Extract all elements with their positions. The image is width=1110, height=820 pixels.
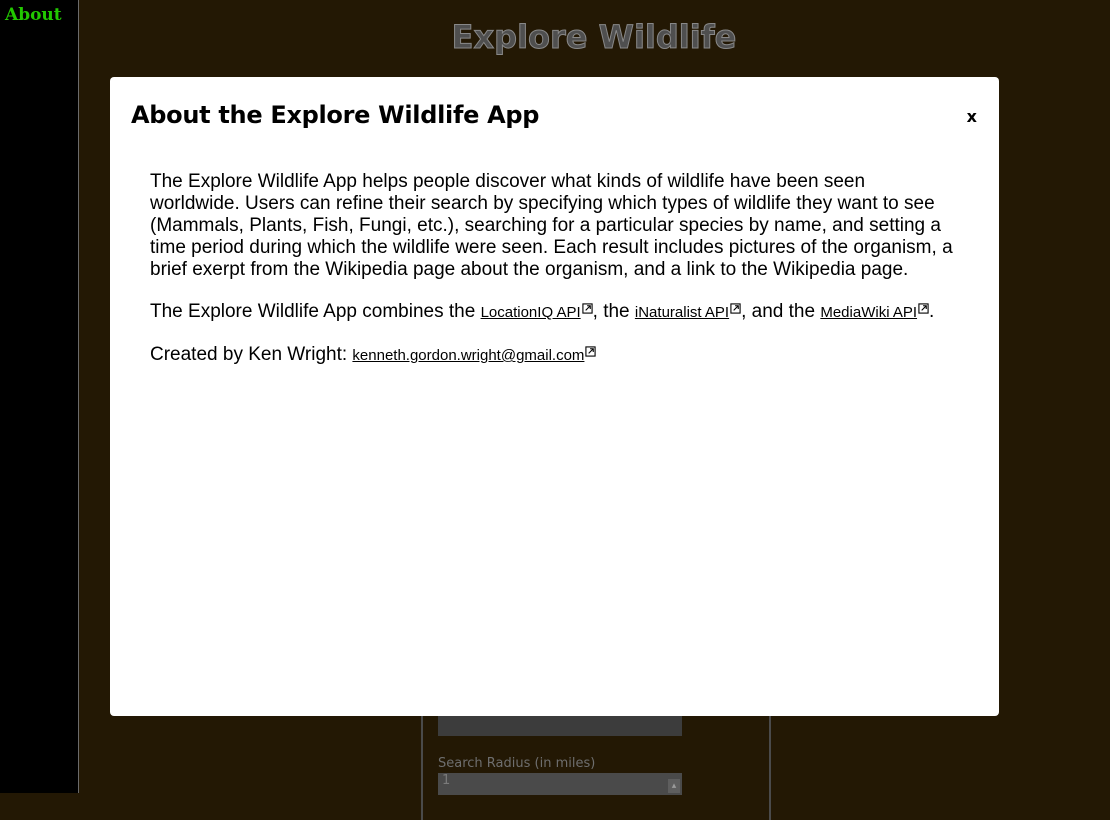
locationiq-link[interactable]: LocationIQ API bbox=[480, 303, 593, 321]
apis-suffix: . bbox=[929, 301, 935, 322]
mediawiki-link[interactable]: MediaWiki API bbox=[820, 303, 929, 321]
credits-prefix: Created by Ken Wright: bbox=[150, 344, 353, 365]
credits-paragraph: Created by Ken Wright: kenneth.gordon.wr… bbox=[150, 344, 960, 367]
external-link-icon bbox=[585, 346, 597, 357]
sidebar: About bbox=[0, 0, 79, 793]
apis-prefix: The Explore Wildlife App combines the bbox=[150, 301, 481, 322]
apis-paragraph: The Explore Wildlife App combines the Lo… bbox=[150, 301, 960, 324]
search-radius-input[interactable]: 1 ▴ bbox=[438, 773, 682, 795]
external-link-icon bbox=[582, 303, 593, 314]
search-radius-label: Search Radius (in miles) bbox=[438, 756, 596, 771]
external-link-icon bbox=[730, 303, 741, 314]
modal-title: About the Explore Wildlife App bbox=[131, 101, 540, 129]
search-radius-value: 1 bbox=[442, 773, 451, 788]
apis-sep1: , the bbox=[592, 301, 635, 322]
locationiq-link-label: LocationIQ API bbox=[480, 304, 581, 321]
apis-sep2: , and the bbox=[741, 301, 821, 322]
about-modal: About the Explore Wildlife App x The Exp… bbox=[110, 77, 999, 716]
email-link-label: kenneth.gordon.wright@gmail.com bbox=[352, 347, 585, 364]
email-link[interactable]: kenneth.gordon.wright@gmail.com bbox=[352, 346, 597, 364]
inaturalist-link-label: iNaturalist API bbox=[634, 304, 730, 321]
close-button[interactable]: x bbox=[967, 107, 977, 126]
inaturalist-link[interactable]: iNaturalist API bbox=[634, 303, 741, 321]
page-title: Explore Wildlife bbox=[451, 18, 737, 57]
mediawiki-link-label: MediaWiki API bbox=[820, 304, 918, 321]
description-paragraph: The Explore Wildlife App helps people di… bbox=[150, 171, 953, 280]
background-input[interactable] bbox=[438, 714, 682, 736]
about-link[interactable]: About bbox=[5, 5, 62, 25]
modal-body: The Explore Wildlife App helps people di… bbox=[150, 171, 960, 387]
external-link-icon bbox=[918, 303, 929, 314]
spinner-icon[interactable]: ▴ bbox=[668, 779, 680, 793]
